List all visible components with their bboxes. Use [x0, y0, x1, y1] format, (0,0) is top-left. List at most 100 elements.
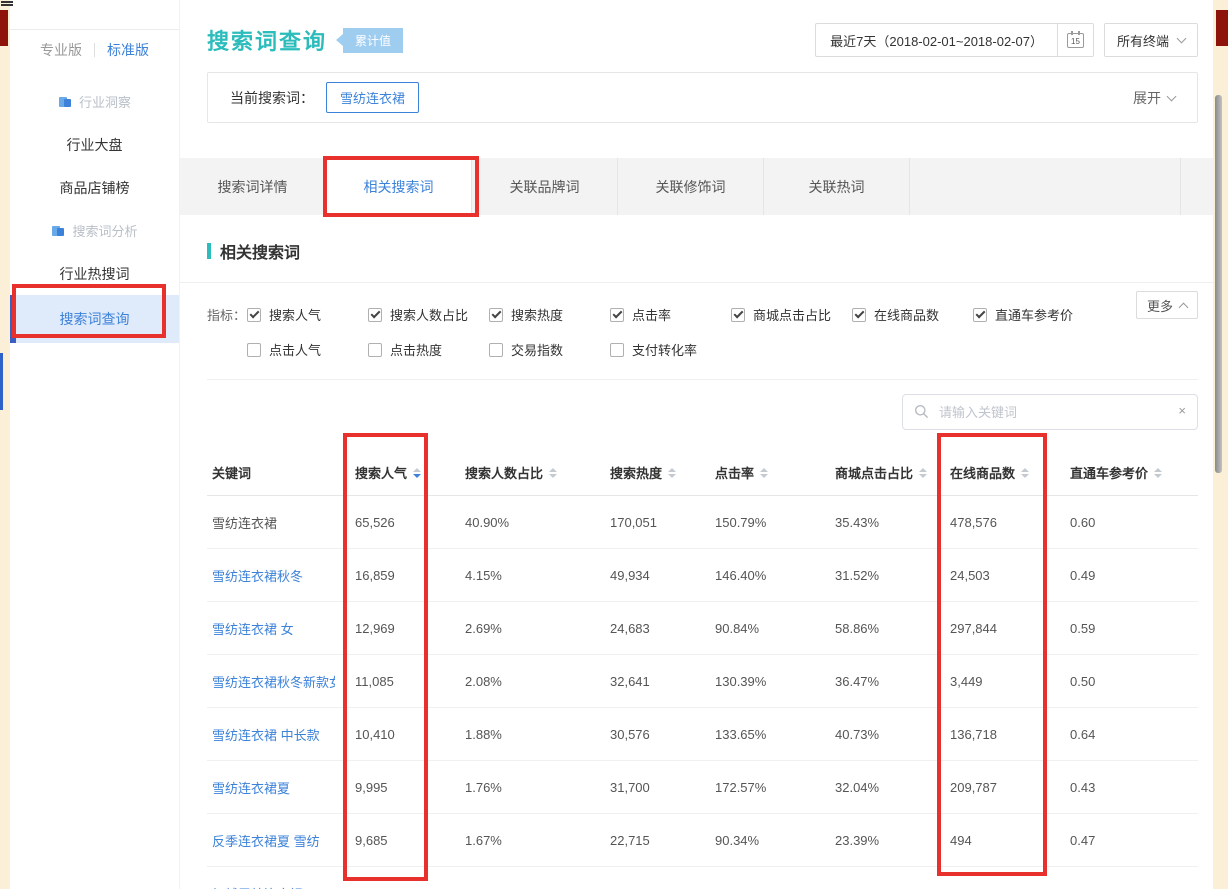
value-cell: 0.49	[1050, 568, 1198, 583]
value-cell: 136,718	[930, 727, 1050, 742]
metric-label: 商城点击占比	[753, 305, 831, 324]
value-cell: 0.47	[1050, 833, 1198, 848]
keyword-cell: 雪纺连衣裙	[207, 513, 335, 532]
value-cell: 1.39%	[445, 886, 590, 889]
value-cell: 2.08%	[445, 674, 590, 689]
sort-icon[interactable]	[760, 468, 768, 478]
chevron-down-icon	[1167, 91, 1177, 101]
metric-checkbox-item[interactable]: 在线商品数	[852, 305, 973, 324]
keyword-cell[interactable]: 雪纺连衣裙 女	[207, 619, 335, 638]
chevron-down-icon	[1177, 34, 1187, 44]
calendar-button[interactable]: 15	[1057, 24, 1093, 56]
keyword-cell[interactable]: 雪纺连衣裙 中长款	[207, 725, 335, 744]
terminal-selector[interactable]: 所有终端	[1104, 23, 1198, 57]
value-cell: 0.48	[1050, 886, 1198, 889]
checkbox-checked-icon[interactable]	[731, 308, 745, 322]
checkbox-checked-icon[interactable]	[368, 308, 382, 322]
metric-checkbox-item[interactable]: 商城点击占比	[731, 305, 852, 324]
keyword-search-input[interactable]	[902, 394, 1198, 430]
sort-icon[interactable]	[1021, 468, 1029, 478]
keyword-cell[interactable]: 雪纺连衣裙秋冬	[207, 566, 335, 585]
sidebar: 专业版 标准版 行业洞察 行业大盘 商品店铺榜 搜索词分析 行业热搜词 搜索词查…	[10, 0, 180, 889]
checkbox-checked-icon[interactable]	[610, 308, 624, 322]
sort-icon[interactable]	[1154, 468, 1162, 478]
metric-checkbox-item[interactable]: 点击率	[610, 305, 731, 324]
tab-professional-version[interactable]: 专业版	[40, 40, 82, 60]
metric-label: 点击率	[632, 305, 671, 324]
metric-label: 支付转化率	[632, 340, 697, 359]
column-header-label: 点击率	[715, 463, 754, 482]
tab-related-modifier-words[interactable]: 关联修饰词	[618, 158, 764, 215]
tab-related-hot-words[interactable]: 关联热词	[764, 158, 910, 215]
metrics-row-unchecked: 点击人气点击热度交易指数 支付转化率	[207, 340, 1198, 359]
expand-toggle[interactable]: 展开	[1133, 88, 1175, 108]
sidebar-item-label: 搜索词查询	[60, 309, 130, 329]
sidebar-item-product-shop-rank[interactable]: 商品店铺榜	[10, 166, 179, 209]
checkbox-checked-icon[interactable]	[489, 308, 503, 322]
keyword-cell[interactable]: 加绒雪纺连衣裙	[207, 884, 335, 889]
column-header-searcher-ratio: 搜索人数占比	[445, 463, 590, 482]
metric-checkbox-item[interactable]: 直通车参考价	[973, 305, 1094, 324]
sidebar-item-hot-search-words[interactable]: 行业热搜词	[10, 252, 179, 295]
sort-icon[interactable]	[413, 468, 421, 478]
tab-related-search-words[interactable]: 相关搜索词	[326, 158, 472, 215]
current-search-term-chip[interactable]: 雪纺连衣裙	[326, 82, 419, 113]
value-cell: 12,969	[335, 621, 445, 636]
value-cell: 1.67%	[445, 833, 590, 848]
date-range-text[interactable]: 最近7天（2018-02-01~2018-02-07）	[816, 24, 1057, 56]
value-cell: 494	[930, 833, 1050, 848]
sort-icon[interactable]	[549, 468, 557, 478]
metric-checkbox-item[interactable]: 点击热度	[368, 340, 489, 359]
checkbox-checked-icon[interactable]	[247, 308, 261, 322]
value-cell: 36.47%	[815, 674, 930, 689]
sort-icon[interactable]	[919, 468, 927, 478]
background-scrollbar[interactable]	[1215, 95, 1222, 473]
tab-standard-version[interactable]: 标准版	[107, 40, 149, 60]
tab-related-brand-words[interactable]: 关联品牌词	[472, 158, 618, 215]
metric-checkbox-item[interactable]: 交易指数	[489, 340, 610, 359]
sidebar-group-label: 行业洞察	[79, 92, 131, 111]
keyword-cell[interactable]: 反季连衣裙夏 雪纺	[207, 831, 335, 850]
content-panel: 相关搜索词 指标： 搜索人气搜索人数占比搜索热度点击率商城点击占比在线商品数直通…	[180, 215, 1213, 889]
more-metrics-button[interactable]: 更多	[1136, 291, 1198, 319]
metric-checkbox-item[interactable]: 搜索热度	[489, 305, 610, 324]
value-cell: 0.59	[1050, 621, 1198, 636]
checkbox-unchecked-icon[interactable]	[610, 343, 624, 357]
metric-checkbox-item[interactable]: 搜索人气	[247, 305, 368, 324]
metric-checkbox-item[interactable]: 支付转化率	[610, 340, 731, 359]
clear-search-icon[interactable]: ×	[1178, 403, 1186, 418]
keyword-cell[interactable]: 雪纺连衣裙秋冬新款女...	[207, 672, 335, 691]
metric-checkbox-item[interactable]: 搜索人数占比	[368, 305, 489, 324]
metric-checkbox-item[interactable]: 点击人气	[247, 340, 368, 359]
checkbox-unchecked-icon[interactable]	[489, 343, 503, 357]
value-cell: 172.57%	[695, 780, 815, 795]
date-range-picker[interactable]: 最近7天（2018-02-01~2018-02-07） 15	[815, 23, 1094, 57]
table-body: 雪纺连衣裙65,52640.90%170,051150.79%35.43%478…	[207, 496, 1198, 889]
sidebar-item-industry-overview[interactable]: 行业大盘	[10, 123, 179, 166]
sort-icon[interactable]	[668, 468, 676, 478]
value-cell: 16,859	[335, 568, 445, 583]
keyword-cell[interactable]: 雪纺连衣裙夏	[207, 778, 335, 797]
tab-search-word-detail[interactable]: 搜索词详情	[180, 158, 326, 215]
version-tab-divider	[94, 43, 95, 57]
checkbox-unchecked-icon[interactable]	[368, 343, 382, 357]
value-cell: 130.39%	[695, 674, 815, 689]
cumulative-value-badge: 累计值	[343, 28, 403, 53]
sidebar-item-search-word-query[interactable]: 搜索词查询	[10, 295, 179, 343]
header-controls: 最近7天（2018-02-01~2018-02-07） 15 所有终端	[815, 23, 1198, 57]
checkbox-checked-icon[interactable]	[852, 308, 866, 322]
expand-label: 展开	[1133, 88, 1161, 108]
value-cell: 58.86%	[815, 621, 930, 636]
metrics-unchecked-list: 点击人气点击热度交易指数 支付转化率	[247, 340, 731, 359]
tab-bar: 搜索词详情 相关搜索词 关联品牌词 关联修饰词 关联热词	[180, 158, 1213, 215]
checkbox-unchecked-icon[interactable]	[247, 343, 261, 357]
sidebar-group-label: 搜索词分析	[72, 221, 137, 240]
checkbox-checked-icon[interactable]	[973, 308, 987, 322]
column-header-online-products: 在线商品数	[930, 463, 1050, 482]
current-search-panel: 当前搜索词： 雪纺连衣裙 展开	[207, 72, 1198, 123]
value-cell: 23.39%	[815, 833, 930, 848]
metric-label: 搜索热度	[511, 305, 563, 324]
value-cell: 9,685	[335, 833, 445, 848]
sidebar-item-label: 行业大盘	[67, 135, 123, 155]
main-area: 搜索词查询 累计值 最近7天（2018-02-01~2018-02-07） 15…	[180, 0, 1213, 889]
